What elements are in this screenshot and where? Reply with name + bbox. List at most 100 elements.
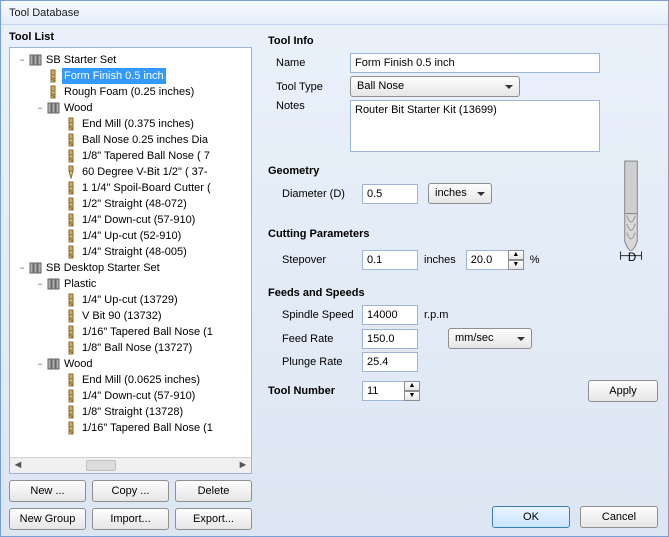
bit-icon xyxy=(64,149,78,163)
name-label: Name xyxy=(262,57,350,69)
stepover-input[interactable] xyxy=(362,250,418,270)
stepover-pct-input[interactable] xyxy=(466,250,508,270)
tree-14-downcut-b[interactable]: 1/4" Down-cut (57-910) xyxy=(12,388,249,404)
tree-ball-nose-025[interactable]: Ball Nose 0.25 inches Dia xyxy=(12,132,249,148)
new-button[interactable]: New ... xyxy=(9,480,86,502)
feed-rate-input[interactable] xyxy=(362,329,418,349)
tree-item-label: End Mill (0.0625 inches) xyxy=(80,372,202,388)
diameter-input[interactable] xyxy=(362,184,418,204)
tool-list-label: Tool List xyxy=(9,31,252,43)
bit-icon xyxy=(64,325,78,339)
tree-toggle-icon[interactable]: − xyxy=(34,356,46,372)
tree-item-label: V Bit 90 (13732) xyxy=(80,308,164,324)
tree-rough-foam[interactable]: Rough Foam (0.25 inches) xyxy=(12,84,249,100)
tree-toggle-icon[interactable]: − xyxy=(34,276,46,292)
import-button[interactable]: Import... xyxy=(92,508,169,530)
tree-tapered-116b[interactable]: 1/16" Tapered Ball Nose (1 xyxy=(12,420,249,436)
tree-14-straight[interactable]: 1/4" Straight (48-005) xyxy=(12,244,249,260)
toolset-icon xyxy=(28,261,42,275)
tree-item-label: 1/8" Tapered Ball Nose ( 7 xyxy=(80,148,212,164)
tree-60-vbit[interactable]: 60 Degree V-Bit 1/2" ( 37- xyxy=(12,164,249,180)
tree-form-finish[interactable]: Form Finish 0.5 inch xyxy=(12,68,249,84)
copy-button[interactable]: Copy ... xyxy=(92,480,169,502)
tree-item-label: 60 Degree V-Bit 1/2" ( 37- xyxy=(80,164,210,180)
tree-item-label: 1/8" Ball Nose (13727) xyxy=(80,340,194,356)
stepover-pct-sign: % xyxy=(530,254,540,266)
tree-item-label: 1/4" Straight (48-005) xyxy=(80,244,189,260)
notes-label: Notes xyxy=(262,100,350,112)
tree-item-label: Plastic xyxy=(62,276,98,292)
feeds-title: Feeds and Speeds xyxy=(268,287,658,299)
bit-icon xyxy=(64,373,78,387)
bit-icon xyxy=(64,309,78,323)
name-input[interactable] xyxy=(350,53,600,73)
bit-icon xyxy=(64,133,78,147)
cancel-button[interactable]: Cancel xyxy=(580,506,658,528)
window-title: Tool Database xyxy=(1,1,668,25)
diameter-units-select[interactable]: inches xyxy=(428,183,492,204)
cutting-title: Cutting Parameters xyxy=(268,228,610,240)
ok-button[interactable]: OK xyxy=(492,506,570,528)
tree-spoilboard[interactable]: 1 1/4" Spoil-Board Cutter ( xyxy=(12,180,249,196)
tree-item-label: 1/4" Down-cut (57-910) xyxy=(80,212,197,228)
tree-item-label: 1/16" Tapered Ball Nose (1 xyxy=(80,420,215,436)
tree-item-label: Wood xyxy=(62,100,95,116)
bit-icon xyxy=(64,421,78,435)
bit-icon xyxy=(64,293,78,307)
spindle-input[interactable] xyxy=(362,305,418,325)
feed-rate-label: Feed Rate xyxy=(262,333,362,345)
tool-geometry-icon: D xyxy=(610,159,652,259)
rate-units-select[interactable]: mm/sec xyxy=(448,328,532,349)
svg-text:D: D xyxy=(628,252,636,264)
apply-button[interactable]: Apply xyxy=(588,380,658,402)
tree-item-label: 1/16" Tapered Ball Nose (1 xyxy=(80,324,215,340)
delete-button[interactable]: Delete xyxy=(175,480,252,502)
tree-wood-2[interactable]: −Wood xyxy=(12,356,249,372)
vbit-icon xyxy=(64,165,78,179)
tool-number-spinner[interactable]: ▲▼ xyxy=(404,381,420,401)
tree-tapered-116a[interactable]: 1/16" Tapered Ball Nose (1 xyxy=(12,324,249,340)
tool-number-label: Tool Number xyxy=(268,385,362,397)
tool-type-select[interactable]: Ball Nose xyxy=(350,76,520,97)
bit-icon xyxy=(64,181,78,195)
tree-18-straight[interactable]: 1/8" Straight (13728) xyxy=(12,404,249,420)
tree-wood-1[interactable]: −Wood xyxy=(12,100,249,116)
tool-database-window: Tool Database Tool List −SB Starter SetF… xyxy=(0,0,669,537)
tree-tapered-18[interactable]: 1/8" Tapered Ball Nose ( 7 xyxy=(12,148,249,164)
bit-icon xyxy=(64,229,78,243)
bit-icon xyxy=(64,405,78,419)
stepover-pct-spinner[interactable]: ▲▼ xyxy=(508,250,524,270)
tree-vbit90[interactable]: V Bit 90 (13732) xyxy=(12,308,249,324)
tree-14-upcut[interactable]: 1/4" Up-cut (52-910) xyxy=(12,228,249,244)
plunge-rate-input[interactable] xyxy=(362,352,418,372)
tool-number-input[interactable] xyxy=(362,381,404,401)
spindle-label: Spindle Speed xyxy=(262,309,362,321)
tree-upcut-13729[interactable]: 1/4" Up-cut (13729) xyxy=(12,292,249,308)
tree-item-label: 1/4" Up-cut (52-910) xyxy=(80,228,183,244)
tree-item-label: 1/8" Straight (13728) xyxy=(80,404,185,420)
tree-item-label: Rough Foam (0.25 inches) xyxy=(62,84,196,100)
toolset-icon xyxy=(46,277,60,291)
tree-hscrollbar[interactable]: ◄► xyxy=(10,457,251,473)
stepover-units: inches xyxy=(424,254,456,266)
bit-icon xyxy=(64,213,78,227)
tool-info-panel: Tool Info Name Tool Type Ball Nose Notes… xyxy=(256,25,668,536)
new-group-button[interactable]: New Group xyxy=(9,508,86,530)
stepover-label: Stepover xyxy=(262,254,362,266)
notes-textarea[interactable]: Router Bit Starter Kit (13699) xyxy=(350,100,600,152)
tree-12-straight[interactable]: 1/2" Straight (48-072) xyxy=(12,196,249,212)
tree-toggle-icon[interactable]: − xyxy=(34,100,46,116)
plunge-rate-label: Plunge Rate xyxy=(262,356,362,368)
tree-sb-desktop[interactable]: −SB Desktop Starter Set xyxy=(12,260,249,276)
tree-sb-starter-set[interactable]: −SB Starter Set xyxy=(12,52,249,68)
tree-toggle-icon[interactable]: − xyxy=(16,260,28,276)
geometry-title: Geometry xyxy=(268,165,610,177)
export-button[interactable]: Export... xyxy=(175,508,252,530)
tree-14-downcut[interactable]: 1/4" Down-cut (57-910) xyxy=(12,212,249,228)
tree-end-mill-375[interactable]: End Mill (0.375 inches) xyxy=(12,116,249,132)
tree-plastic[interactable]: −Plastic xyxy=(12,276,249,292)
tree-toggle-icon[interactable]: − xyxy=(16,52,28,68)
tool-tree[interactable]: −SB Starter SetForm Finish 0.5 inchRough… xyxy=(9,47,252,474)
tree-ball-nose-13727[interactable]: 1/8" Ball Nose (13727) xyxy=(12,340,249,356)
tree-end-mill-0625[interactable]: End Mill (0.0625 inches) xyxy=(12,372,249,388)
